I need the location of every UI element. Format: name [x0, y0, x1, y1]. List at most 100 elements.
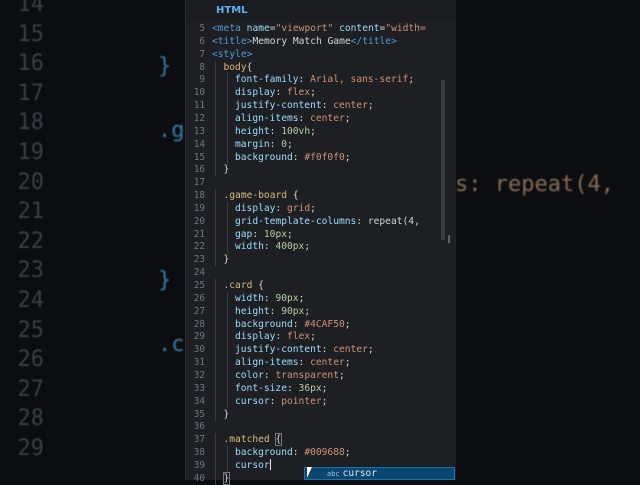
line-number: 17	[193, 177, 205, 189]
line-number: 33	[193, 382, 205, 394]
indent-guide	[215, 253, 216, 267]
code-line[interactable]: 36	[186, 420, 456, 433]
code-editor[interactable]: HTML 5 <meta name="viewport" content="wid…	[185, 0, 456, 485]
indent-guide	[226, 343, 228, 357]
code-line[interactable]: 19 display: grid;	[186, 201, 456, 215]
background-line-number: 20	[17, 169, 45, 195]
background-line-number: 14	[17, 0, 45, 17]
background-line-number: 24	[17, 288, 45, 313]
indent-guide	[226, 356, 228, 370]
background-line-number: 27	[17, 376, 45, 402]
code-text: grid-template-columns: repeat(4,	[235, 215, 420, 227]
code-line[interactable]: 38 background: #009688;	[186, 446, 456, 460]
code-line[interactable]: 32 color: transparent;	[186, 368, 456, 382]
indent-guide	[215, 111, 216, 125]
background-line-number: 25	[17, 317, 45, 343]
code-text: display: grid;	[235, 202, 316, 214]
background-fragment: }	[158, 54, 172, 79]
indent-guide	[215, 279, 216, 292]
indent-guide	[226, 304, 228, 318]
background-line-number: 23	[17, 258, 45, 284]
indent-guide	[215, 60, 216, 74]
background-line-number: 22	[17, 228, 45, 254]
code-line[interactable]: 25 .card {	[186, 279, 456, 292]
line-number: 8	[199, 61, 205, 73]
background-line-number: 17	[17, 80, 45, 106]
code-line[interactable]: 33 font-size: 36px;	[186, 381, 456, 395]
code-text: width: 90px;	[235, 292, 305, 304]
line-number: 26	[193, 292, 205, 304]
code-line[interactable]: 23}	[186, 253, 456, 267]
code-text: }	[223, 254, 230, 266]
code-text: background: #009688;	[235, 447, 351, 459]
code-line[interactable]: 12 align-items: center;	[186, 111, 456, 125]
indent-guide	[215, 189, 216, 203]
code-line[interactable]: 26 width: 90px;	[186, 291, 456, 305]
code-line[interactable]: 18 .game-board {	[186, 189, 456, 203]
autocomplete-suggestion[interactable]: abc cursor	[304, 467, 455, 480]
indent-guide	[226, 317, 228, 331]
code-line[interactable]: 24	[186, 266, 456, 279]
indent-guide	[215, 446, 216, 460]
code-line[interactable]: 11 justify-content: center;	[186, 99, 456, 113]
indent-guide	[215, 407, 216, 421]
background-line-number: 21	[17, 199, 45, 225]
code-text: font-size: 36px;	[235, 382, 328, 394]
code-text: cursor: pointer;	[235, 395, 328, 407]
line-number: 27	[193, 305, 205, 317]
code-line[interactable]: 35}	[186, 407, 456, 421]
code-line[interactable]: 10 display: flex;	[186, 86, 456, 100]
code-line[interactable]: 8 body{	[186, 60, 456, 74]
code-text: background: #f0f0f0;	[235, 151, 351, 163]
indent-guide	[215, 304, 216, 318]
line-number: 11	[193, 100, 205, 112]
background-code-right: s: repeat(4,	[455, 172, 614, 197]
suggestion-label: cursor	[342, 468, 377, 479]
line-number: 22	[193, 241, 205, 253]
code-line[interactable]: 9 font-family: Arial, sans-serif;	[186, 73, 456, 87]
code-line[interactable]: 14 margin: 0;	[186, 137, 456, 151]
code-line[interactable]: 34 cursor: pointer;	[186, 394, 456, 408]
code-line[interactable]: 7 <style>	[186, 48, 456, 61]
code-line[interactable]: 15 background: #f0f0f0;	[186, 150, 456, 164]
code-line[interactable]: 17	[186, 176, 456, 189]
code-line[interactable]: 37 .matched {	[186, 433, 456, 447]
code-text: display: flex;	[235, 87, 316, 99]
line-number: 7	[199, 48, 205, 60]
code-text: }	[223, 408, 230, 420]
line-number: 12	[193, 112, 205, 124]
code-line[interactable]: 30 justify-content: center;	[186, 343, 456, 357]
indent-guide	[215, 458, 216, 472]
tab-html[interactable]: HTML	[186, 0, 276, 22]
code-line[interactable]: 13 height: 100vh;	[186, 124, 456, 138]
indent-guide	[215, 150, 216, 164]
indent-guide	[215, 330, 216, 344]
code-line[interactable]: 22 width: 400px;	[186, 240, 456, 254]
code-line[interactable]: 29 display: flex;	[186, 330, 456, 344]
code-text: font-family: Arial, sans-serif;	[235, 74, 415, 86]
indent-guide	[226, 458, 228, 472]
code-line[interactable]: 20 grid-template-columns: repeat(4,	[186, 214, 456, 228]
background-line-number: 18	[17, 110, 45, 136]
code-line[interactable]: 5 <meta name="viewport" content="width=	[186, 22, 456, 35]
code-line[interactable]: 21 gap: 10px;	[186, 227, 456, 241]
indent-guide	[226, 124, 228, 138]
indent-guide	[215, 99, 216, 113]
indent-guide	[226, 446, 228, 460]
code-line[interactable]: 27 height: 90px;	[186, 304, 456, 318]
code-line[interactable]: 6 <title>Memory Match Game</title>	[186, 35, 456, 48]
indent-guide	[215, 240, 216, 254]
indent-guide	[215, 227, 216, 241]
background-line-number: 29	[17, 436, 45, 461]
scrollbar[interactable]	[441, 80, 445, 240]
indent-guide	[215, 86, 216, 100]
line-number: 5	[199, 23, 205, 34]
code-line[interactable]: 28 background: #4CAF50;	[186, 317, 456, 331]
code-line[interactable]: 16}	[186, 163, 456, 177]
background-line-number: 28	[17, 406, 45, 432]
indent-guide	[215, 433, 216, 447]
code-line[interactable]: 31 align-items: center;	[186, 356, 456, 370]
indent-guide	[215, 291, 216, 305]
indent-guide	[215, 394, 216, 408]
code-text: <meta name="viewport" content="width=	[212, 23, 426, 34]
